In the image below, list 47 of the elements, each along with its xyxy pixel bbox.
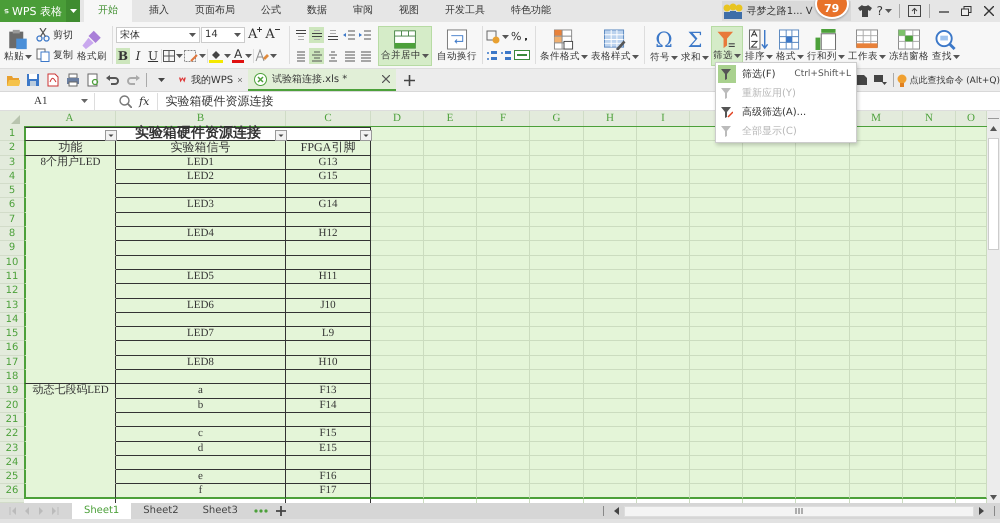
format-painter-button[interactable]: 格式刷 <box>75 26 109 66</box>
menu-item[interactable]: 筛选(F) Ctrl+Shift+L <box>718 65 854 83</box>
sheet-tab[interactable]: Sheet3 <box>190 503 250 519</box>
menu-tab[interactable]: 插入 <box>143 0 175 22</box>
menu-tab[interactable]: 开始 <box>84 0 132 22</box>
font-name-dropdown[interactable]: 宋体 <box>116 26 200 42</box>
paste-button[interactable]: 粘贴 <box>2 26 34 66</box>
style-button[interactable]: U <box>146 48 160 64</box>
percent-button[interactable]: % <box>511 30 522 43</box>
menu-tab[interactable]: 页面布局 <box>189 0 241 22</box>
document-tab[interactable]: 我的WPS <box>173 69 248 91</box>
menu-tab[interactable]: 数据 <box>301 0 333 22</box>
shrink-font-button[interactable]: A <box>265 27 280 42</box>
help-button[interactable]: ? <box>876 4 892 18</box>
style-button[interactable]: B <box>116 48 130 64</box>
notification-badge: 79 <box>814 0 849 19</box>
ribbon-button[interactable]: 格式 <box>775 26 805 66</box>
menu-tab[interactable]: 视图 <box>393 0 425 22</box>
ribbon-button[interactable]: 行和列 <box>806 26 846 66</box>
ribbon-button[interactable]: 冻结窗格 <box>888 26 930 66</box>
grow-font-button[interactable]: A <box>248 27 262 42</box>
copy-button[interactable]: 复制 <box>36 48 73 62</box>
sheet-tab[interactable]: Sheet2 <box>131 503 191 519</box>
account-name[interactable]: 寻梦之路1... V <box>746 4 813 18</box>
font-color-button[interactable]: A <box>232 48 244 63</box>
document-tab[interactable]: 试验箱连接.xls * <box>248 69 396 91</box>
wrap-text-button[interactable]: 自动换行 <box>435 26 479 66</box>
ribbon-button[interactable]: 筛选 <box>711 26 743 66</box>
ribbon-button[interactable]: 条件格式 <box>539 26 589 66</box>
style-button[interactable]: I <box>131 48 145 64</box>
ribbon-button[interactable]: 表格样式 <box>590 26 640 66</box>
merge-center-button[interactable]: 合并居中 <box>378 26 432 66</box>
ribbon-button[interactable]: 工作表 <box>847 26 887 66</box>
function-button[interactable]: fx <box>139 94 150 108</box>
menu-tab[interactable]: 审阅 <box>347 0 379 22</box>
menu-tab[interactable]: 特色功能 <box>505 0 557 22</box>
name-box[interactable]: A1 <box>0 92 95 110</box>
command-search[interactable]: 点此查找命令 (Alt+Q) <box>897 74 1000 86</box>
ribbon-button[interactable]: Σ 求和 <box>680 26 710 66</box>
font-size-dropdown[interactable]: 14 <box>201 26 245 42</box>
menu-tab[interactable]: 开发工具 <box>439 0 491 22</box>
ribbon-button[interactable]: 排序 <box>744 26 774 66</box>
app-menu-button[interactable]: WPS 表格 <box>0 0 66 22</box>
cut-button[interactable]: 剪切 <box>36 28 73 42</box>
ribbon-button[interactable]: 查找 <box>931 26 961 66</box>
menu-tab[interactable]: 公式 <box>255 0 287 22</box>
ribbon-button[interactable]: Ω 符号 <box>649 26 679 66</box>
